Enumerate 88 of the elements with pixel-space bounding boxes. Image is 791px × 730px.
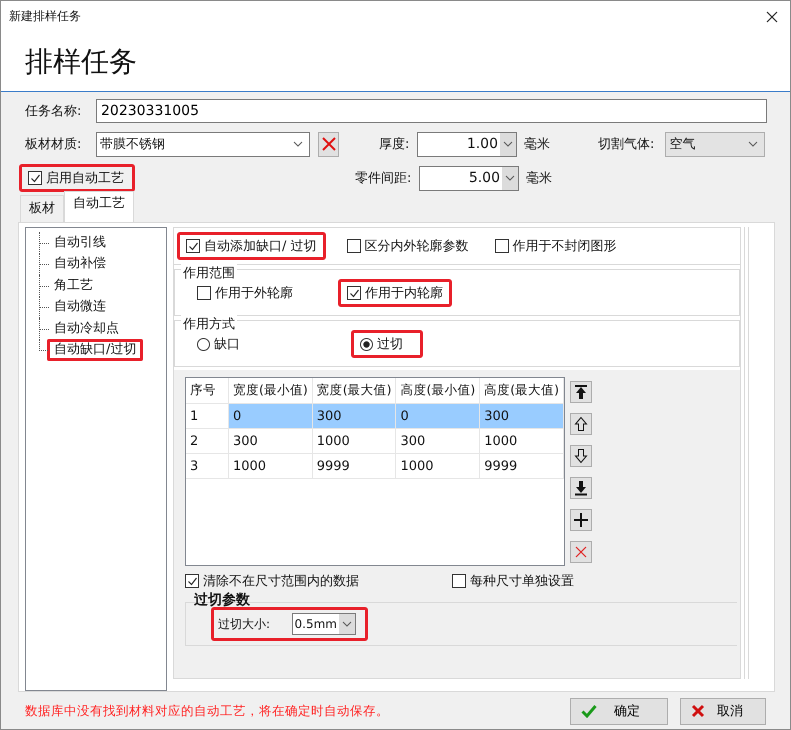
move-top-button[interactable] [570,381,592,403]
tab[interactable]: 板材 [20,195,64,222]
material-dropdown[interactable]: 带膜不锈钢 [96,132,310,156]
unit-label: 毫米 [526,170,553,187]
tree-item[interactable]: 自动补偿 [47,253,113,276]
checkbox[interactable] [185,574,199,588]
radio-button[interactable] [360,338,373,350]
dialog-heading: 排样任务 [25,44,137,80]
radio-label: 过切 [377,336,403,353]
arrow-down-bar-icon [574,480,588,496]
table-cell: 0 [228,404,312,428]
cancel-button[interactable]: 取消 [680,698,766,724]
window-title: 新建排样任务 [9,8,81,25]
tree-item[interactable]: 自动引线 [47,232,113,254]
table-cell: 1000 [396,454,480,478]
task-name-field[interactable]: 20230331005 [96,99,767,123]
spacing-spinbox[interactable]: 5.00 [419,166,519,190]
caret-icon [293,141,303,147]
thickness-spinbox[interactable]: 1.00 [417,132,517,156]
caret-icon [748,141,758,147]
clear-button[interactable] [318,132,339,156]
radio-label: 缺口 [214,336,240,353]
tree-item[interactable]: 自动微连 [47,296,113,318]
group-title: 作用方式 [181,315,237,333]
checkbox-label: 清除不在尺寸范围内的数据 [203,573,359,590]
group-title: 作用范围 [181,264,237,282]
checkbox-label: 作用于不封闭图形 [512,238,617,255]
tree-item[interactable]: 自动缺口/过切 [47,339,144,362]
caret-icon [505,175,515,181]
table-cell: 300 [228,428,312,454]
checkbox[interactable] [186,239,200,253]
field-label: 板材材质: [24,136,82,153]
table-cell: 1 [186,404,228,428]
table-cell: 300 [312,404,396,428]
group-title: 过切参数 [194,591,250,609]
tree-item[interactable]: 自动冷却点 [47,318,126,340]
table-cell: 300 [480,404,564,428]
field-label: 零件间距: [355,170,412,187]
table-cell: 9999 [312,454,396,478]
table-cell: 0 [396,404,480,428]
overcut-dropdown[interactable]: 0.5mm [292,613,356,635]
table-cell: 1000 [480,428,564,454]
field-label: 切割气体: [598,136,654,153]
checkbox-label: 启用自动工艺 [46,170,124,187]
table-cell: 1000 [228,454,312,478]
checkbox[interactable] [452,574,466,588]
gas-dropdown[interactable]: 空气 [665,132,766,156]
plus-icon [573,512,589,528]
checkmark-icon [581,704,597,718]
status-message: 数据库中没有找到材料对应的自动工艺，将在确定时自动保存。 [24,702,390,720]
checkbox[interactable] [346,239,361,253]
caret-icon [342,621,352,627]
table-cell: 300 [396,428,480,454]
checkbox-label: 作用于内轮廓 [365,285,443,302]
checkbox-label: 作用于外轮廓 [215,285,293,302]
arrow-up-bar-icon [574,384,588,400]
arrow-up-icon [574,416,588,432]
checkbox-label: 每种尺寸单独设置 [470,573,574,590]
close-icon [322,137,336,151]
checkbox-label: 区分内外轮廓参数 [364,238,469,255]
caret-icon [503,141,513,147]
move-up-button[interactable] [570,413,592,435]
checkbox[interactable] [197,286,211,300]
table-cell: 3 [186,454,228,478]
table-cell: 1000 [312,428,396,454]
tree-item[interactable]: 角工艺 [47,274,100,297]
close-icon[interactable] [766,10,778,22]
field-label: 任务名称: [24,103,82,120]
move-add-button[interactable] [570,509,592,531]
table-cell: 2 [186,428,228,454]
radio-button[interactable] [197,338,210,350]
checkbox[interactable] [347,286,361,300]
close-icon [691,704,705,718]
checkbox-label: 自动添加缺口/ 过切 [204,238,317,255]
move-bottom-button[interactable] [570,477,592,499]
tab[interactable]: 自动工艺 [64,191,134,222]
delete-icon [575,546,587,558]
checkbox[interactable] [28,171,42,185]
field-label: 过切大小: [218,616,272,632]
table-cell: 9999 [480,454,564,478]
move-delete-button[interactable] [570,541,592,563]
arrow-down-icon [574,448,588,464]
move-down-button[interactable] [570,445,592,467]
field-label: 厚度: [379,136,410,153]
column-header: 序号 [186,378,228,404]
ok-button[interactable]: 确定 [570,698,668,724]
checkbox[interactable] [494,239,509,253]
unit-label: 毫米 [524,136,551,153]
